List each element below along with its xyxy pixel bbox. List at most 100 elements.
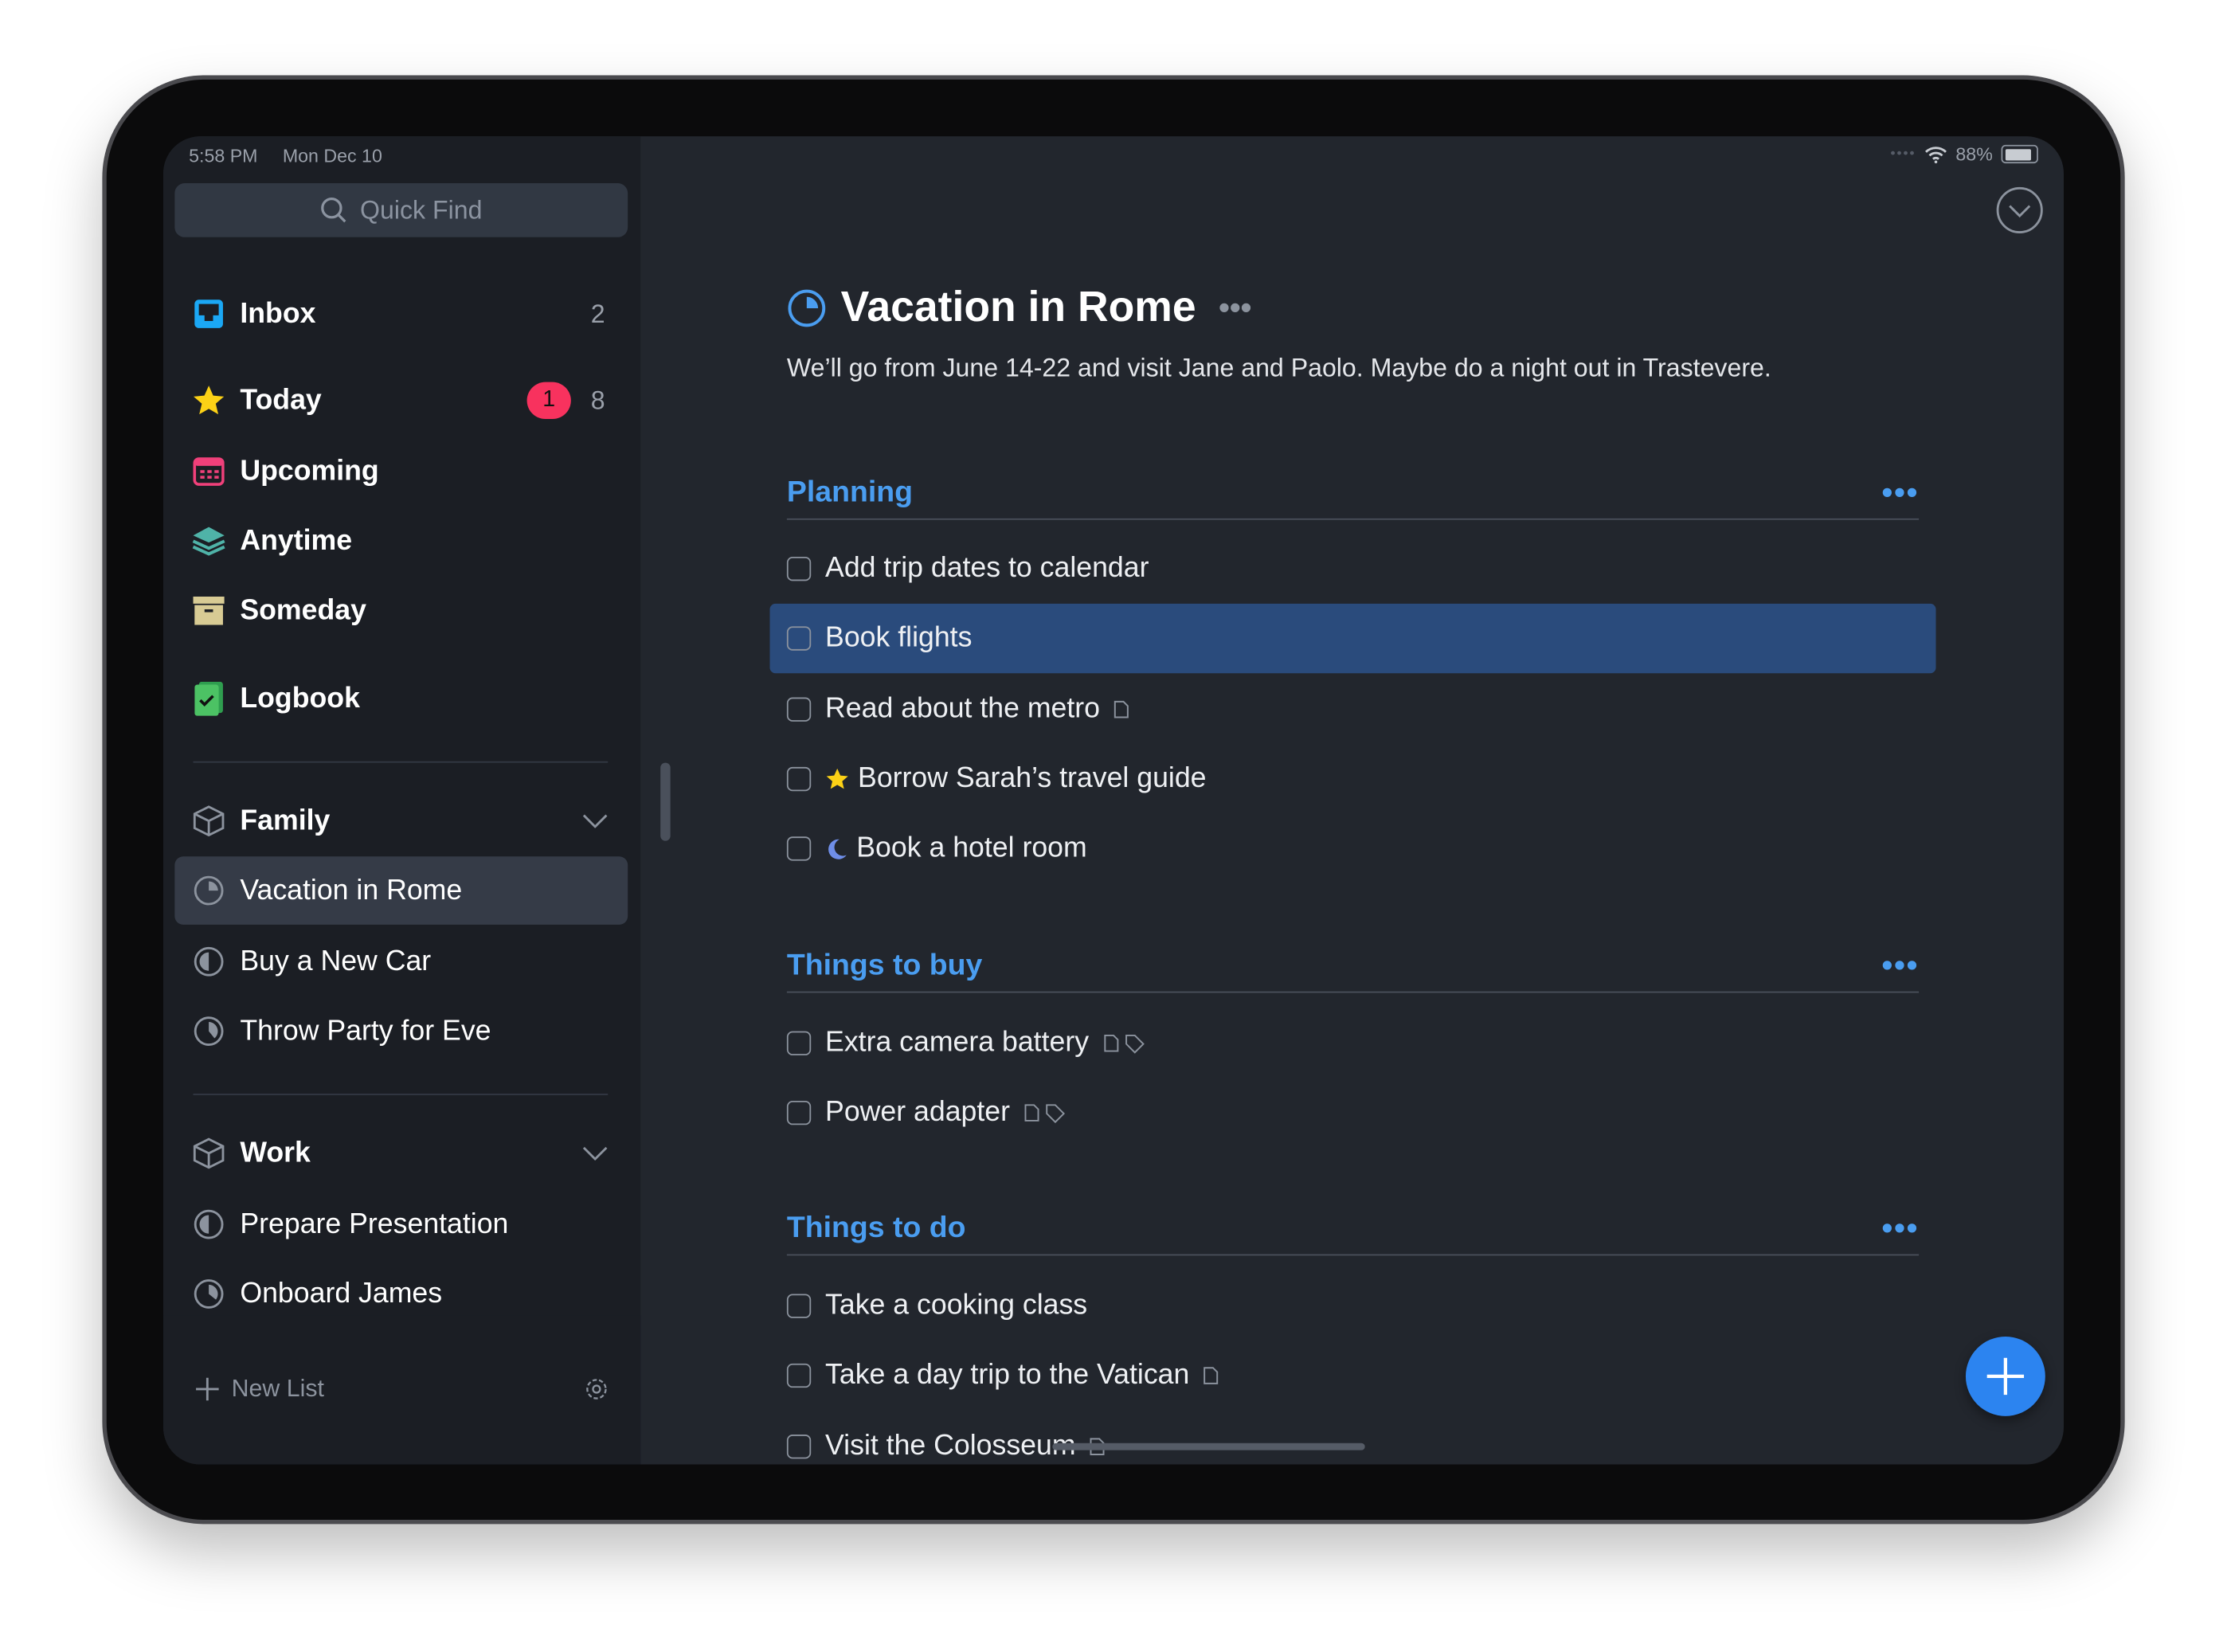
section-heading: Things to buy — [786, 948, 983, 981]
todo-checkbox[interactable] — [786, 1294, 812, 1318]
progress-pie-icon — [192, 945, 226, 979]
horizontal-scrollbar[interactable] — [1052, 1443, 1365, 1450]
todo-item[interactable]: Borrow Sarah’s travel guide — [769, 744, 1935, 813]
plus-icon — [1986, 1357, 2025, 1396]
todo-item[interactable]: Take a cooking class — [769, 1271, 1935, 1341]
sidebar-item-logbook[interactable]: Logbook — [174, 665, 628, 734]
todo-item[interactable]: Read about the metro — [769, 674, 1935, 743]
todo-checkbox[interactable] — [786, 696, 812, 722]
section-header: Things to do ••• — [786, 1202, 1920, 1256]
status-indicators: •••• 88% — [1890, 143, 2038, 165]
todo-item[interactable]: Take a day trip to the Vatican — [769, 1341, 1935, 1411]
new-list-label: New List — [231, 1375, 324, 1403]
section-header: Planning ••• — [786, 466, 1920, 520]
project-vacation-in-rome[interactable]: Vacation in Rome — [174, 856, 628, 925]
logbook-label: Logbook — [240, 682, 360, 714]
chevron-down-icon[interactable] — [582, 1146, 608, 1161]
signal-dots-icon: •••• — [1890, 146, 1916, 162]
todo-title: Book flights — [825, 622, 973, 654]
project-view: •••• 88% Vacation in Rome ••• We’ll go f… — [640, 136, 2064, 1464]
new-list-button[interactable]: New List — [194, 1375, 324, 1403]
star-icon — [826, 768, 848, 789]
todo-item[interactable]: Visit the Colosseum — [769, 1411, 1935, 1465]
upcoming-label: Upcoming — [240, 455, 379, 487]
plus-icon — [196, 1377, 219, 1401]
more-options-button[interactable]: ••• — [1219, 290, 1251, 327]
todo-checkbox[interactable] — [786, 1434, 812, 1458]
project-buy-a-new-car[interactable]: Buy a New Car — [174, 927, 628, 996]
today-count: 8 — [590, 386, 605, 414]
inbox-count: 2 — [590, 299, 605, 328]
todo-checkbox[interactable] — [786, 1364, 812, 1388]
todo-item[interactable]: Add trip dates to calendar — [769, 534, 1935, 603]
todo-title: Borrow Sarah’s travel guide — [858, 762, 1207, 794]
sidebar-item-upcoming[interactable]: Upcoming — [174, 437, 628, 506]
tag-icon — [1046, 1103, 1066, 1123]
quick-find-placeholder: Quick Find — [360, 195, 483, 224]
todo-item[interactable]: Extra camera battery — [769, 1008, 1935, 1078]
progress-pie-icon — [192, 1277, 226, 1311]
todo-checkbox[interactable] — [786, 557, 812, 581]
project-prepare-presentation[interactable]: Prepare Presentation — [174, 1190, 628, 1259]
section-heading: Things to do — [786, 1211, 966, 1244]
area-label: Family — [240, 804, 331, 836]
sidebar-scrollbar[interactable] — [660, 762, 671, 841]
quick-find-input[interactable]: Quick Find — [174, 183, 628, 237]
area-work[interactable]: Work — [174, 1119, 628, 1188]
progress-pie-icon — [192, 874, 226, 908]
progress-pie-icon — [192, 1014, 226, 1048]
star-icon — [192, 383, 226, 417]
inbox-label: Inbox — [240, 297, 316, 329]
todo-checkbox[interactable] — [786, 766, 812, 792]
todo-title: Visit the Colosseum — [825, 1429, 1076, 1462]
section-more-button[interactable]: ••• — [1882, 474, 1920, 511]
todo-checkbox[interactable] — [786, 1031, 812, 1055]
note-icon — [1204, 1367, 1219, 1385]
section-more-button[interactable]: ••• — [1882, 947, 1920, 984]
section-header: Things to buy ••• — [786, 939, 1920, 993]
todo-checkbox[interactable] — [786, 836, 812, 861]
todo-title: Take a day trip to the Vatican — [825, 1360, 1190, 1392]
sidebar-item-today[interactable]: Today 1 8 — [174, 366, 628, 435]
sidebar-item-anytime[interactable]: Anytime — [174, 507, 628, 576]
archive-box-icon — [192, 593, 226, 628]
todo-title: Book a hotel room — [856, 832, 1087, 864]
status-time: 5:58 PM — [189, 144, 258, 166]
todo-title: Extra camera battery — [825, 1027, 1090, 1059]
project-label: Prepare Presentation — [240, 1208, 509, 1239]
add-todo-button[interactable] — [1965, 1336, 2045, 1416]
sidebar-item-inbox[interactable]: Inbox 2 — [174, 280, 628, 348]
todo-item[interactable]: Book a hotel room — [769, 814, 1935, 883]
sidebar-item-someday[interactable]: Someday — [174, 577, 628, 645]
calendar-icon — [192, 455, 226, 489]
section-heading: Planning — [786, 475, 914, 508]
layers-icon — [192, 524, 226, 558]
tag-icon — [1125, 1034, 1145, 1053]
project-throw-party-for-eve[interactable]: Throw Party for Eve — [174, 997, 628, 1066]
note-icon — [1024, 1104, 1039, 1122]
battery-percent: 88% — [1955, 143, 1993, 165]
todo-title: Add trip dates to calendar — [825, 552, 1149, 584]
section-more-button[interactable]: ••• — [1882, 1209, 1920, 1246]
todo-item[interactable]: Book flights — [769, 604, 1936, 674]
sidebar-footer: New List — [163, 1315, 641, 1465]
collapse-chevron-button[interactable] — [1995, 186, 2044, 235]
sidebar: 5:58 PM Mon Dec 10 Quick Find Inbox 2 To… — [163, 136, 641, 1465]
todo-checkbox[interactable] — [786, 626, 812, 652]
todo-item[interactable]: Power adapter — [769, 1078, 1935, 1148]
screen: 5:58 PM Mon Dec 10 Quick Find Inbox 2 To… — [163, 136, 2064, 1465]
chevron-down-icon[interactable] — [582, 814, 608, 828]
progress-pie-icon — [192, 1208, 226, 1242]
project-label: Throw Party for Eve — [240, 1015, 491, 1047]
todo-checkbox[interactable] — [786, 1101, 812, 1125]
gear-icon[interactable] — [582, 1375, 611, 1403]
project-notes[interactable]: We’ll go from June 14-22 and visit Jane … — [787, 354, 1771, 383]
search-icon — [322, 198, 347, 223]
area-family[interactable]: Family — [174, 787, 628, 855]
project-label: Buy a New Car — [240, 945, 432, 977]
project-label: Onboard James — [240, 1277, 443, 1309]
area-label: Work — [240, 1137, 311, 1169]
someday-label: Someday — [240, 594, 366, 626]
todo-title: Power adapter — [825, 1097, 1010, 1129]
project-label: Vacation in Rome — [240, 874, 463, 906]
